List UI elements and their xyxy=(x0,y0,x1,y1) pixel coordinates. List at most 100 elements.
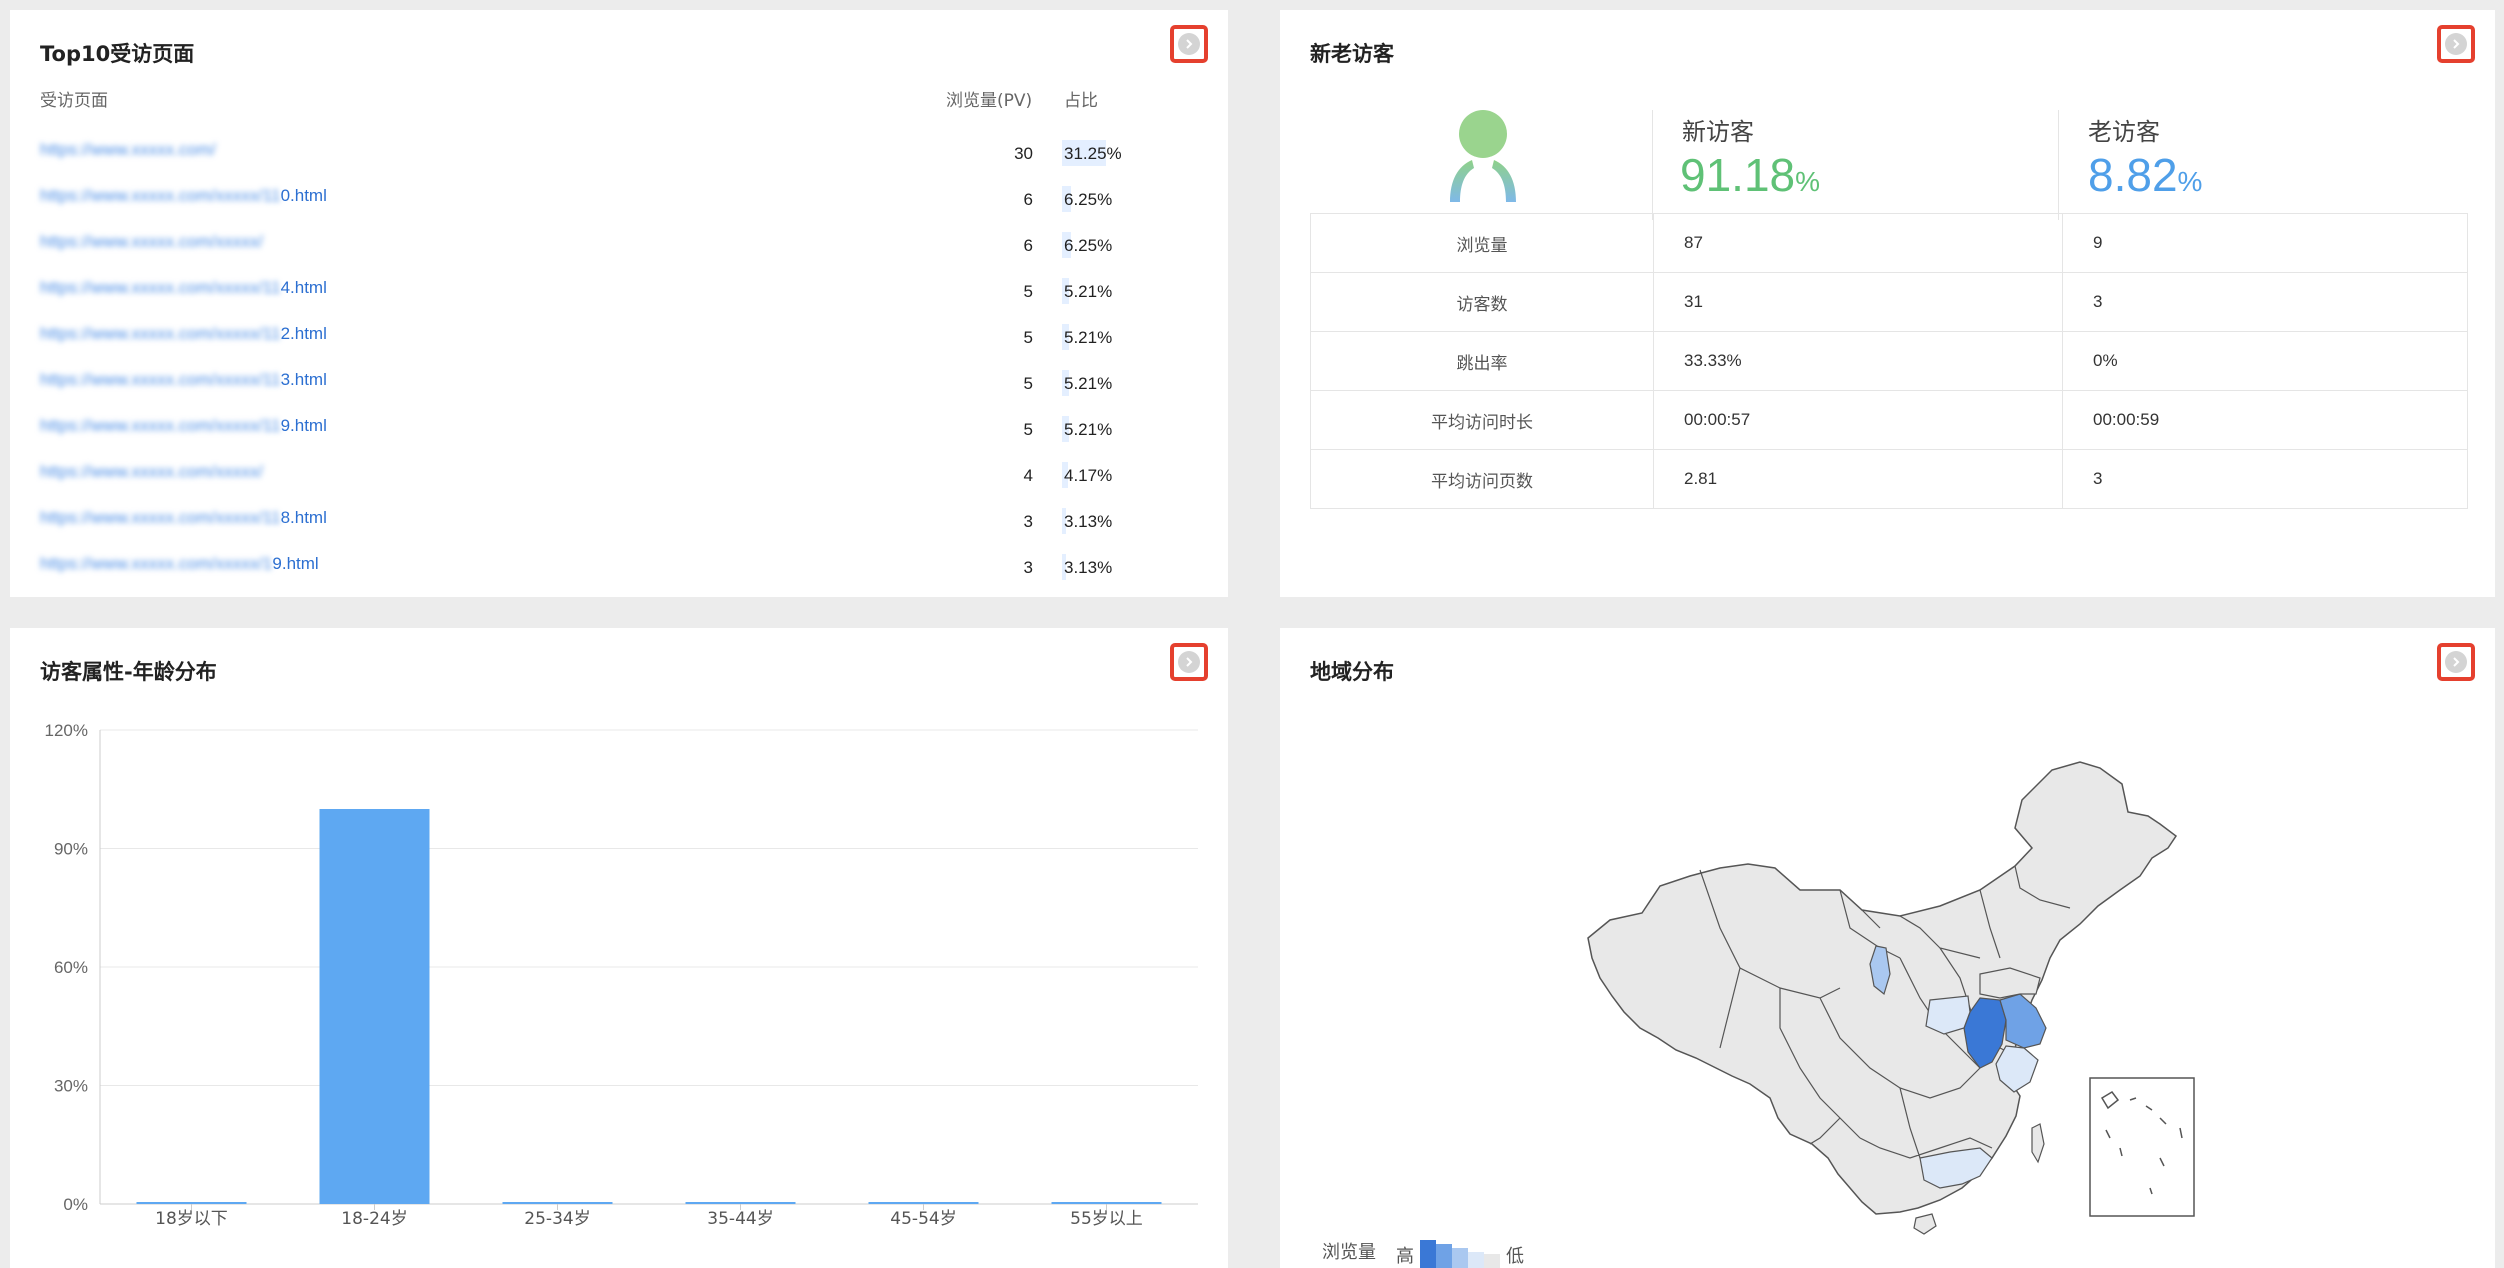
pv-value: 5 xyxy=(1023,282,1033,301)
china-map[interactable]: 浏览量 高 低 xyxy=(1280,628,2495,1268)
page-url-link[interactable]: https://www.xxxxx.com/xxxxx/19.html xyxy=(40,554,319,574)
page-url-link[interactable]: https://www.xxxxx.com/xxxxx/112.html xyxy=(40,324,327,344)
url-tail: 3.html xyxy=(280,370,327,389)
y-tick-label: 120% xyxy=(45,721,88,740)
y-tick-label: 30% xyxy=(54,1077,88,1096)
metric-label: 平均访问页数 xyxy=(1310,449,1654,509)
bar[interactable] xyxy=(502,1202,613,1204)
new-visitor-value: 31 xyxy=(1653,272,2063,332)
arrow-right-icon xyxy=(2445,33,2467,55)
url-tail: 8.html xyxy=(280,508,327,527)
url-blurred: https://www.xxxxx.com/xxxxx/11 xyxy=(40,370,281,389)
old-visitor-value: 3 xyxy=(2062,449,2468,509)
url-blurred: https://www.xxxxx.com/xxxxx/11 xyxy=(40,508,281,527)
bar[interactable] xyxy=(136,1202,247,1204)
new-visitor-value: 00:00:57 xyxy=(1653,390,2063,450)
pct-value: 4.17% xyxy=(1064,466,1113,485)
table-row: https://www.xxxxx.com/xxxxx/112.html 5 5.2… xyxy=(10,324,1228,370)
old-visitor-percent: 8.82% xyxy=(2088,149,2203,201)
old-visitor-value: 00:00:59 xyxy=(2062,390,2468,450)
divider xyxy=(1652,110,1653,220)
pv-value: 30 xyxy=(1014,144,1033,163)
old-visitor-value: 3 xyxy=(2062,272,2468,332)
bar[interactable] xyxy=(1051,1202,1162,1204)
url-blurred: https://www.xxxxx.com/xxxxx/ xyxy=(40,462,263,481)
table-row: https://www.xxxxx.com/xxxxx/119.html 5 5.2… xyxy=(10,416,1228,462)
age-panel: 访客属性-年龄分布 0% 30% 60% 90% 120% 18岁以下 18-24岁 25-3… xyxy=(10,628,1228,1268)
pct-value: 3.13% xyxy=(1064,512,1113,531)
user-avatar-icon xyxy=(1444,108,1522,204)
pct-value: 31.25% xyxy=(1064,144,1122,163)
page-url-link[interactable]: https://www.xxxxx.com/xxxxx/110.html xyxy=(40,186,327,206)
south-sea-inset xyxy=(2089,1077,2195,1217)
url-tail: 2.html xyxy=(280,324,327,343)
x-tick-label: 55岁以上 xyxy=(1070,1209,1143,1229)
page-url-link[interactable]: https://www.xxxxx.com/xxxxx/ xyxy=(40,232,263,252)
pct-value: 3.13% xyxy=(1064,558,1113,577)
pv-value: 3 xyxy=(1023,558,1033,577)
metric-label: 访客数 xyxy=(1310,272,1654,332)
bar[interactable] xyxy=(685,1202,796,1204)
top10-more-button[interactable] xyxy=(1170,25,1208,63)
pct-value: 5.21% xyxy=(1064,374,1113,393)
col-pv-header: 浏览量(PV) xyxy=(946,91,1033,111)
pct-value: 5.21% xyxy=(1064,420,1113,439)
pv-value: 5 xyxy=(1023,374,1033,393)
page-url-link[interactable]: https://www.xxxxx.com/xxxxx/118.html xyxy=(40,508,327,528)
y-tick-label: 60% xyxy=(54,958,88,977)
table-row: 跳出率 33.33% 0% xyxy=(1310,331,2468,391)
legend-high: 高 xyxy=(1396,1246,1414,1267)
col-page-header: 受访页面 xyxy=(40,91,108,111)
pct-value: 5.21% xyxy=(1064,328,1113,347)
visitor-compare-table: 浏览量 87 9 访客数 31 3 跳出率 33.33% 0% 平均访问时长 00:00:57 00:… xyxy=(1310,213,2468,509)
url-blurred: https://www.xxxxx.com/xxxxx/11 xyxy=(40,416,281,435)
table-row: 访客数 31 3 xyxy=(1310,272,2468,332)
table-row: 平均访问时长 00:00:57 00:00:59 xyxy=(1310,390,2468,450)
old-visitor-value: 9 xyxy=(2062,213,2468,273)
x-tick-label: 45-54岁 xyxy=(890,1209,956,1229)
page-url-link[interactable]: https://www.xxxxx.com/ xyxy=(40,140,216,160)
top10-panel: Top10受访页面 受访页面 浏览量(PV) 占比 https://www.xx… xyxy=(10,10,1228,597)
page-url-link[interactable]: https://www.xxxxx.com/xxxxx/119.html xyxy=(40,416,327,436)
table-row: https://www.xxxxx.com/xxxxx/118.html 3 3.1… xyxy=(10,508,1228,554)
top10-title: Top10受访页面 xyxy=(40,42,195,66)
pv-value: 6 xyxy=(1023,190,1033,209)
new-visitor-percent: 91.18% xyxy=(1680,149,1821,201)
url-tail: 4.html xyxy=(280,278,327,297)
x-tick-label: 18岁以下 xyxy=(155,1209,228,1229)
map-region-jiangsu xyxy=(1999,993,2047,1049)
y-tick-label: 90% xyxy=(54,840,88,859)
age-bar-chart: 0% 30% 60% 90% 120% 18岁以下 18-24岁 25-34岁 35-44岁 45… xyxy=(45,721,1198,1229)
old-visitor-label: 老访客 xyxy=(2088,118,2160,146)
divider xyxy=(2058,110,2059,220)
url-blurred: https://www.xxxxx.com/xxxxx/1 xyxy=(40,554,273,573)
url-tail: 9.html xyxy=(272,554,319,573)
new-visitor-label: 新访客 xyxy=(1682,118,1754,146)
map-region-taiwan xyxy=(2031,1123,2045,1164)
page-url-link[interactable]: https://www.xxxxx.com/xxxxx/114.html xyxy=(40,278,327,298)
visitors-more-button[interactable] xyxy=(2437,25,2475,63)
url-blurred: https://www.xxxxx.com/xxxxx/ xyxy=(40,232,263,251)
pv-value: 3 xyxy=(1023,512,1033,531)
pv-value: 4 xyxy=(1023,466,1033,485)
old-visitor-value: 0% xyxy=(2062,331,2468,391)
page-url-link[interactable]: https://www.xxxxx.com/xxxxx/ xyxy=(40,462,263,482)
visitors-title: 新老访客 xyxy=(1310,42,1394,66)
metric-label: 跳出率 xyxy=(1310,331,1654,391)
metric-label: 平均访问时长 xyxy=(1310,390,1654,450)
url-blurred: https://www.xxxxx.com/xxxxx/11 xyxy=(40,278,281,297)
pv-value: 6 xyxy=(1023,236,1033,255)
map-region-henan xyxy=(1925,995,1971,1035)
bar[interactable] xyxy=(319,809,430,1204)
bar[interactable] xyxy=(868,1202,979,1204)
region-panel: 地域分布 浏览量 高 低 xyxy=(1280,628,2495,1268)
pv-value: 5 xyxy=(1023,328,1033,347)
map-region-hainan xyxy=(1913,1213,1937,1235)
table-row: https://www.xxxxx.com/xxxxx/19.html 3 3.13… xyxy=(10,554,1228,600)
legend-label: 浏览量 xyxy=(1322,1242,1376,1263)
page-url-link[interactable]: https://www.xxxxx.com/xxxxx/113.html xyxy=(40,370,327,390)
url-blurred: https://www.xxxxx.com/xxxxx/11 xyxy=(40,324,281,343)
pv-value: 5 xyxy=(1023,420,1033,439)
legend-low: 低 xyxy=(1506,1246,1524,1267)
url-tail: 9.html xyxy=(280,416,327,435)
